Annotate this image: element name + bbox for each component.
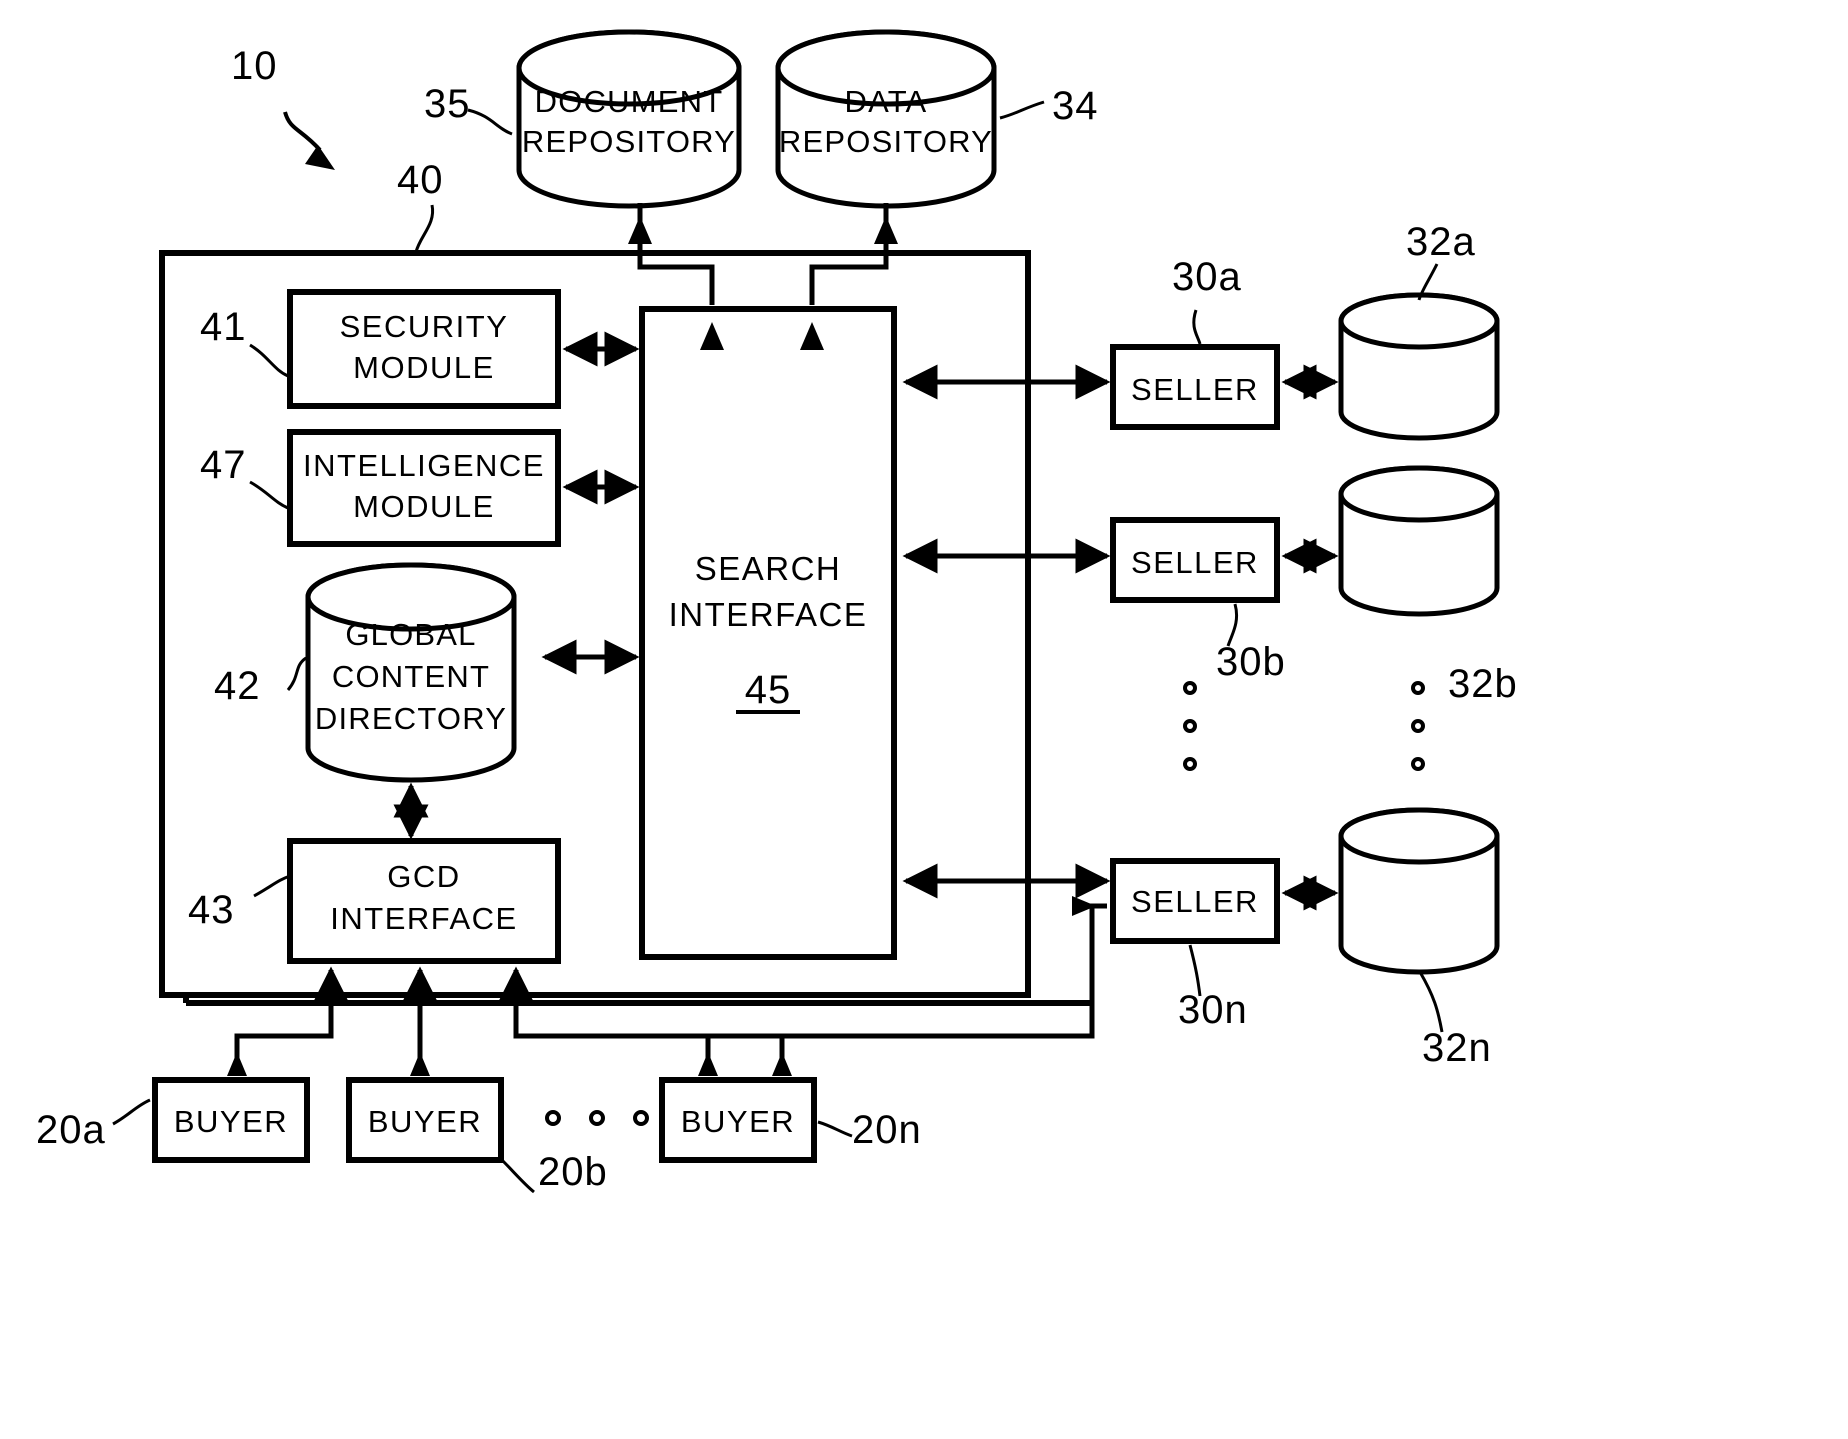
ref-30n: 30n xyxy=(1178,988,1248,1032)
search-interface-label: SEARCH INTERFACE xyxy=(642,546,894,638)
seller-label-a: SELLER xyxy=(1131,372,1259,407)
ref-32b: 32b xyxy=(1448,662,1518,706)
data-repository-line2: REPOSITORY xyxy=(778,124,994,159)
ref-leader-20a xyxy=(112,1098,151,1126)
security-module-line1: SECURITY xyxy=(339,309,509,344)
buyer-label-n: BUYER xyxy=(680,1104,796,1139)
gcd-line1: GLOBAL xyxy=(345,617,477,652)
buyer-label-a: BUYER xyxy=(173,1104,289,1139)
gcd-line2: CONTENT xyxy=(331,659,491,694)
ref-leader-20b xyxy=(498,1156,535,1194)
ref-10: 10 xyxy=(231,44,278,88)
search-interface-ref: 45 xyxy=(744,668,792,712)
data-repository-label: DATA REPOSITORY xyxy=(778,82,994,162)
document-repository-line2: REPOSITORY xyxy=(521,124,737,159)
ref-42: 42 xyxy=(214,664,261,708)
leg-to-buyer-a xyxy=(234,1003,334,1068)
ref-20a: 20a xyxy=(36,1108,106,1152)
ref-leader-32n xyxy=(1418,971,1444,1033)
intelligence-module-label: INTELLIGENCE MODULE xyxy=(288,445,560,527)
seller-db-ellipsis-dots xyxy=(1411,681,1425,771)
data-repository-line1: DATA xyxy=(844,84,928,119)
ref-32n: 32n xyxy=(1422,1026,1492,1070)
seller-db-n-shape xyxy=(1338,807,1500,975)
ref-leader-40 xyxy=(414,204,435,253)
intelligence-module-line2: MODULE xyxy=(353,489,495,524)
security-module-line2: MODULE xyxy=(353,350,495,385)
buyer-ellipsis-dots xyxy=(545,1110,649,1126)
intelligence-module-line1: INTELLIGENCE xyxy=(303,448,545,483)
gcd-interface-line1: GCD xyxy=(387,859,461,894)
ref-leader-30a xyxy=(1192,309,1202,345)
ref-40: 40 xyxy=(397,158,444,202)
ref-30b: 30b xyxy=(1216,640,1286,684)
ref-47: 47 xyxy=(200,443,247,487)
figure-canvas xyxy=(112,29,1500,1194)
ref-20b: 20b xyxy=(538,1150,608,1194)
buyer-label-b: BUYER xyxy=(367,1104,483,1139)
ref-30a: 30a xyxy=(1172,255,1242,299)
seller-db-a-shape xyxy=(1338,292,1500,441)
ref-leader-20n xyxy=(817,1120,853,1138)
seller-label-b: SELLER xyxy=(1131,545,1259,580)
ref-41: 41 xyxy=(200,305,247,349)
seller-ellipsis-dots xyxy=(1183,681,1197,771)
document-repository-label: DOCUMENT REPOSITORY xyxy=(519,82,739,162)
seller-db-b-shape xyxy=(1338,465,1500,617)
gcd-interface-line2: INTERFACE xyxy=(330,901,518,936)
patent-figure: 10 40 35 34 41 47 42 43 30a 30b 30n 32a … xyxy=(0,0,1848,1439)
seller-label-n: SELLER xyxy=(1131,884,1259,919)
search-interface-line1: SEARCH xyxy=(694,550,842,587)
document-repository-line1: DOCUMENT xyxy=(534,84,724,119)
ref-43: 43 xyxy=(188,888,235,932)
ref-leader-34 xyxy=(999,100,1045,120)
gcd-interface-label: GCD INTERFACE xyxy=(290,856,558,940)
global-content-directory-label: GLOBAL CONTENT DIRECTORY xyxy=(306,614,516,740)
ref-34: 34 xyxy=(1052,84,1099,128)
ref-leader-35 xyxy=(467,108,513,136)
security-module-label: SECURITY MODULE xyxy=(290,306,558,388)
ref-32a: 32a xyxy=(1406,220,1476,264)
ref-35: 35 xyxy=(424,82,471,126)
system-lead-arrow xyxy=(283,111,335,170)
ref-20n: 20n xyxy=(852,1108,922,1152)
gcd-line3: DIRECTORY xyxy=(314,701,508,736)
search-interface-line2: INTERFACE xyxy=(668,596,868,633)
